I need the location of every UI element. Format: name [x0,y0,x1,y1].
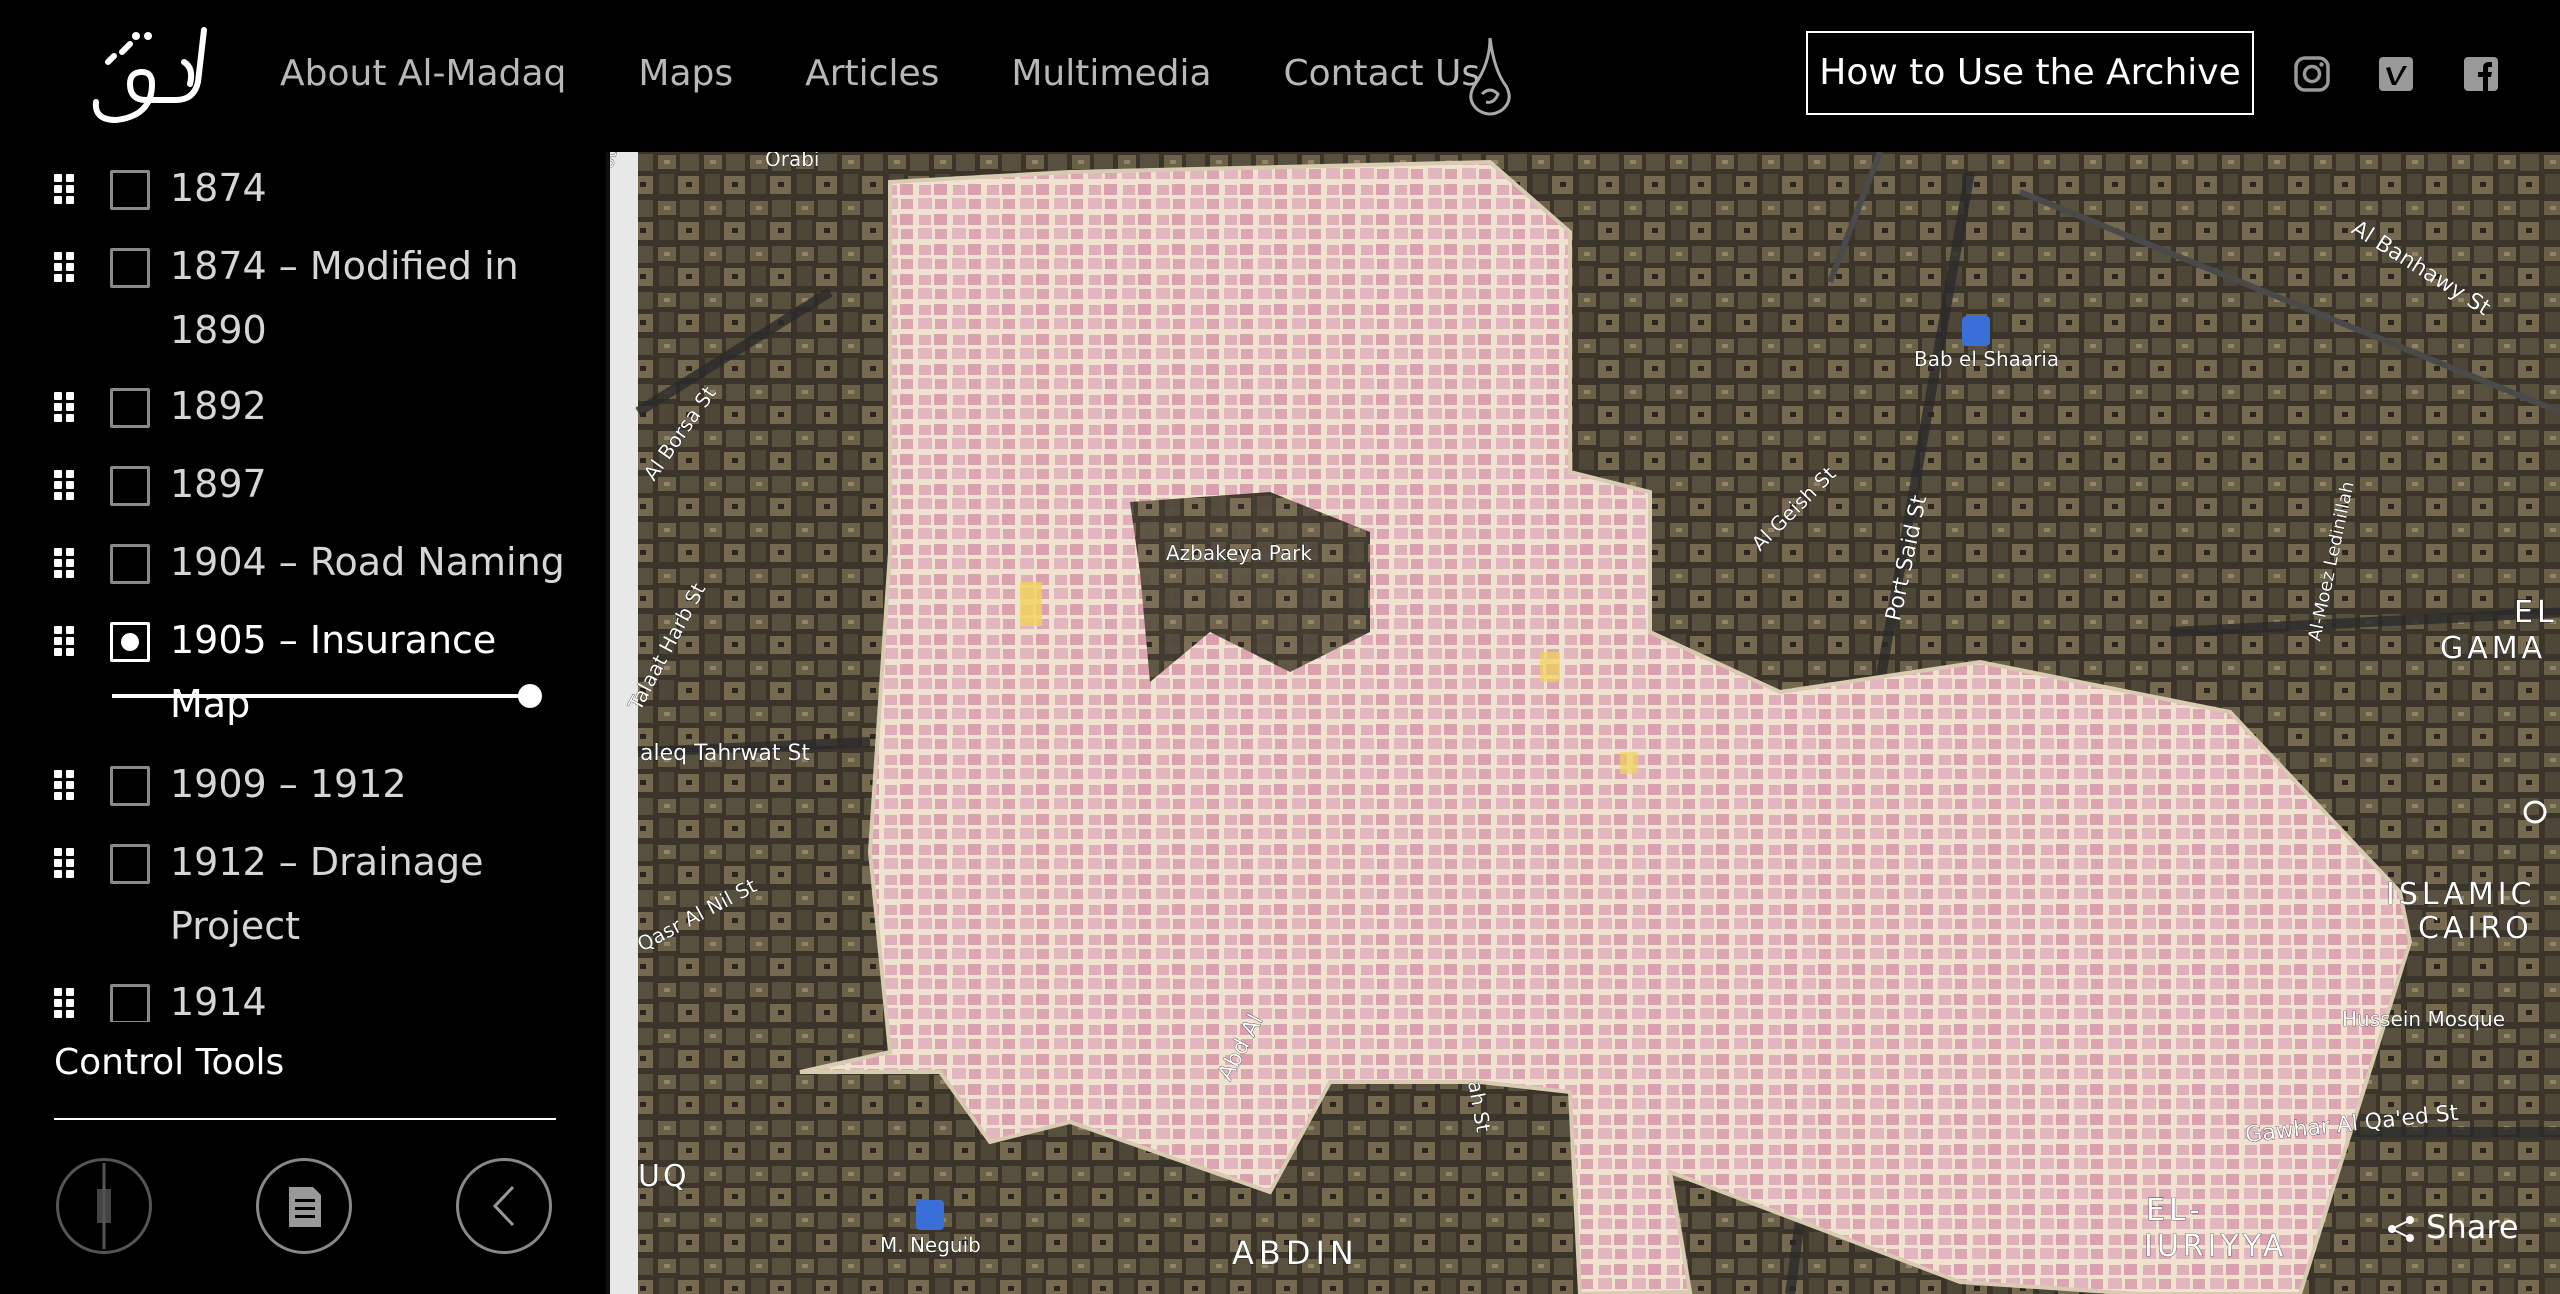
layer-label: 1905 – Insurance Map [170,618,497,726]
layer-label: 1897 [170,462,267,506]
layer-checkbox[interactable] [110,388,150,428]
divider [54,1118,556,1120]
layer-checkbox[interactable] [110,766,150,806]
map-canvas[interactable]: Orabi Bab el Shaaria Al Banhawy St Al Bo… [610,152,2560,1294]
layer-label: 1909 – 1912 [170,762,407,806]
map-label: CAIRO [2418,911,2533,946]
drag-handle-icon[interactable] [54,626,76,656]
map-label: aleq Tahrwat St [640,741,810,766]
drag-handle-icon[interactable] [54,392,76,422]
layer-label: 1874 – Modified in 1890 [170,244,519,352]
layer-label: 1912 – Drainage Project [170,840,484,948]
layer-checkbox[interactable] [110,544,150,584]
opacity-toggle-button[interactable] [56,1158,152,1254]
opacity-slider-track[interactable] [112,694,532,698]
layer-checkbox[interactable] [110,248,150,288]
map-label: Bab el Shaaria [1914,347,2059,371]
map-label: EL [2514,595,2558,630]
document-button[interactable] [256,1158,352,1254]
layer-label: 1892 [170,384,267,428]
map-label: Orabi [765,152,819,171]
map-label: Hussein Mosque [2342,1007,2505,1031]
drag-handle-icon[interactable] [54,988,76,1018]
instagram-icon[interactable] [2292,54,2332,94]
map-label: EL- [2146,1193,2204,1228]
drag-handle-icon[interactable] [54,252,76,282]
document-icon [289,1187,321,1227]
map-label: ISLAMIC [2386,877,2536,912]
share-icon [2388,1216,2414,1242]
layer-checkbox-selected[interactable] [110,622,150,662]
control-tools-title: Control Tools [54,1042,285,1083]
satellite-map[interactable]: Orabi Bab el Shaaria Al Banhawy St Al Bo… [610,152,2560,1294]
facebook-icon[interactable] [2461,54,2501,94]
drag-handle-icon[interactable] [54,548,76,578]
main-nav: About Al-Madaq Maps Articles Multimedia … [280,48,1552,100]
layer-label: 1904 – Road Naming [170,540,565,584]
layer-checkbox[interactable] [110,466,150,506]
layer-checkbox[interactable] [110,844,150,884]
share-button[interactable]: Share [2386,1208,2519,1246]
map-label: IURIYYA [2144,1229,2287,1264]
nav-contact[interactable]: Contact Us [1284,48,1481,100]
site-header: About Al-Madaq Maps Articles Multimedia … [0,0,2560,152]
drag-handle-icon[interactable] [54,174,76,204]
map-label: M. Neguib [880,1233,981,1257]
drag-handle-icon[interactable] [54,470,76,500]
map-label: Azbakeya Park [1166,541,1312,565]
al-madaq-logo[interactable] [86,22,212,126]
map-label: GAMA [2440,631,2546,666]
layer-list: 1874 1874 – Modified in 1890 1892 1897 1… [0,152,606,1022]
drag-handle-icon[interactable] [54,848,76,878]
layer-checkbox[interactable] [110,170,150,210]
collapse-sidebar-button[interactable] [456,1158,552,1254]
vimeo-icon[interactable] [2376,54,2416,94]
drag-handle-icon[interactable] [54,770,76,800]
nav-about[interactable]: About Al-Madaq [280,48,566,100]
layer-label: 1914 [170,980,267,1022]
nav-articles[interactable]: Articles [805,48,939,100]
how-to-use-archive-button[interactable]: How to Use the Archive [1806,31,2254,115]
drop-logo-icon[interactable] [1464,34,1516,118]
chevron-left-icon [492,1185,515,1227]
nav-maps[interactable]: Maps [638,48,733,100]
nav-multimedia[interactable]: Multimedia [1011,48,1211,100]
layer-label: 1874 [170,166,267,210]
layer-checkbox[interactable] [110,984,150,1022]
map-label: ABDIN [1232,1234,1359,1272]
map-label: UQ [638,1159,690,1194]
share-label: Share [2426,1208,2519,1246]
opacity-slider-handle[interactable] [518,684,542,708]
opacity-toggle-icon [97,1163,111,1249]
